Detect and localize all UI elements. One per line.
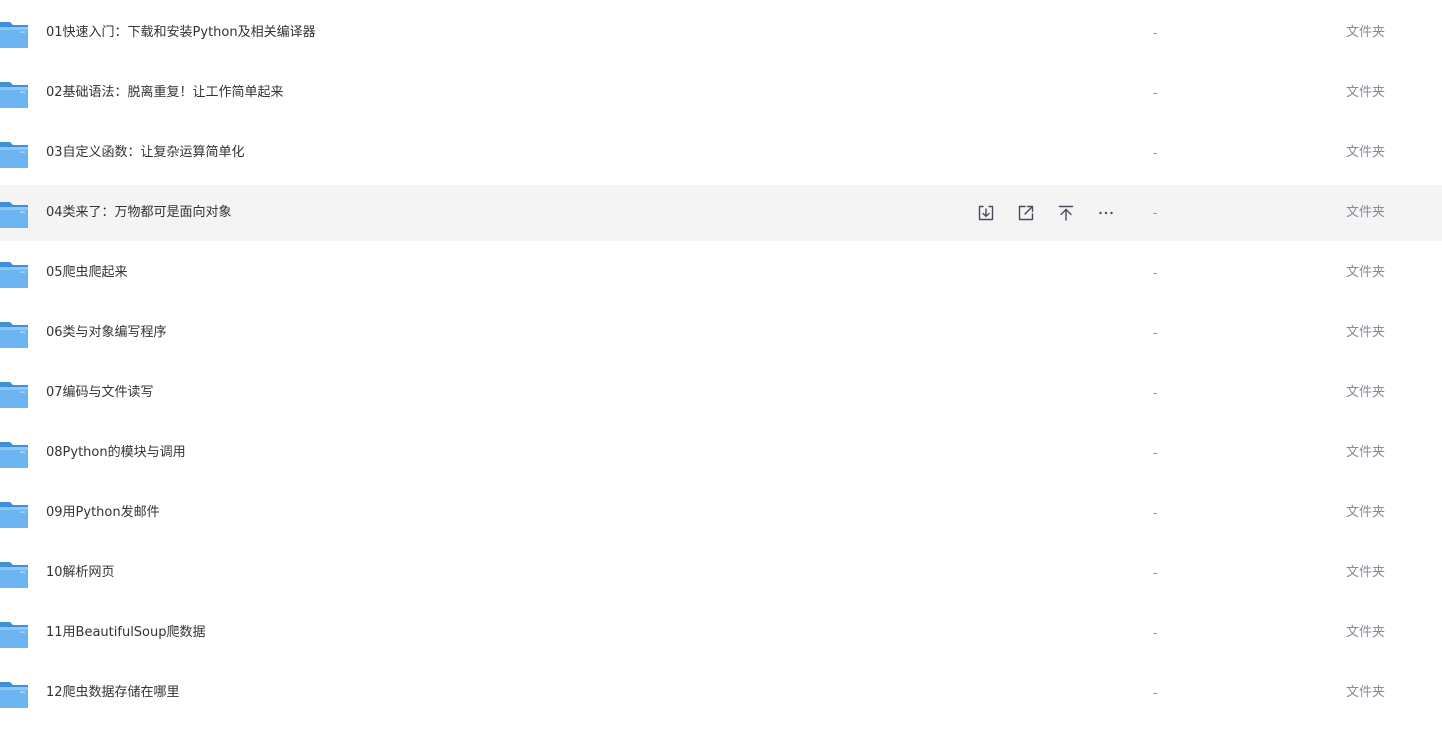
- row-actions: [972, 185, 1132, 241]
- file-name[interactable]: 02基础语法：脱离重复！让工作简单起来: [46, 63, 284, 123]
- file-row[interactable]: 10解析网页 - 文件夹: [0, 545, 1442, 601]
- folder-icon: [0, 438, 28, 470]
- file-type: 文件夹: [1346, 85, 1386, 100]
- file-name[interactable]: 11用BeautifulSoup爬数据: [46, 603, 206, 663]
- folder-icon: [0, 258, 28, 290]
- download-icon[interactable]: [972, 199, 1000, 227]
- file-name[interactable]: 01快速入门：下载和安装Python及相关编译器: [46, 3, 316, 63]
- folder-icon: [0, 78, 28, 110]
- file-type: 文件夹: [1346, 505, 1386, 520]
- file-size: -: [1153, 86, 1158, 100]
- file-row[interactable]: 03自定义函数：让复杂运算简单化 - 文件夹: [0, 125, 1442, 181]
- more-icon[interactable]: [1092, 199, 1120, 227]
- folder-icon: [0, 378, 28, 410]
- file-row[interactable]: 08Python的模块与调用 - 文件夹: [0, 425, 1442, 481]
- file-name[interactable]: 04类来了：万物都可是面向对象: [46, 183, 232, 243]
- folder-icon: [0, 198, 28, 230]
- file-list: 01快速入门：下载和安装Python及相关编译器 - 文件夹 02基础语法：脱离…: [0, 0, 1442, 736]
- file-name[interactable]: 05爬虫爬起来: [46, 243, 128, 303]
- file-size: -: [1153, 566, 1158, 580]
- file-row[interactable]: 11用BeautifulSoup爬数据 - 文件夹: [0, 605, 1442, 661]
- file-name[interactable]: 03自定义函数：让复杂运算简单化: [46, 123, 245, 183]
- file-type: 文件夹: [1346, 265, 1386, 280]
- file-row[interactable]: 04类来了：万物都可是面向对象 - 文件夹: [0, 185, 1442, 241]
- folder-icon: [0, 678, 28, 710]
- folder-icon: [0, 618, 28, 650]
- file-size: -: [1153, 686, 1158, 700]
- file-name[interactable]: 08Python的模块与调用: [46, 423, 186, 483]
- share-icon[interactable]: [1012, 199, 1040, 227]
- file-size: -: [1153, 506, 1158, 520]
- file-size: -: [1153, 326, 1158, 340]
- file-size: -: [1153, 146, 1158, 160]
- file-name[interactable]: 07编码与文件读写: [46, 363, 154, 423]
- file-size: -: [1153, 386, 1158, 400]
- folder-icon: [0, 558, 28, 590]
- file-row[interactable]: 01快速入门：下载和安装Python及相关编译器 - 文件夹: [0, 5, 1442, 61]
- file-size: -: [1153, 26, 1158, 40]
- file-row[interactable]: 12爬虫数据存储在哪里 - 文件夹: [0, 665, 1442, 721]
- file-type: 文件夹: [1346, 625, 1386, 640]
- folder-icon: [0, 18, 28, 50]
- file-row[interactable]: 09用Python发邮件 - 文件夹: [0, 485, 1442, 541]
- folder-icon: [0, 498, 28, 530]
- file-type: 文件夹: [1346, 565, 1386, 580]
- file-type: 文件夹: [1346, 445, 1386, 460]
- file-type: 文件夹: [1346, 385, 1386, 400]
- file-type: 文件夹: [1346, 25, 1386, 40]
- file-type: 文件夹: [1346, 205, 1386, 220]
- file-name[interactable]: 10解析网页: [46, 543, 115, 603]
- file-name[interactable]: 09用Python发邮件: [46, 483, 160, 543]
- file-size: -: [1153, 266, 1158, 280]
- file-row[interactable]: 02基础语法：脱离重复！让工作简单起来 - 文件夹: [0, 65, 1442, 121]
- file-name[interactable]: 12爬虫数据存储在哪里: [46, 663, 180, 723]
- file-row[interactable]: 07编码与文件读写 - 文件夹: [0, 365, 1442, 421]
- move-to-top-icon[interactable]: [1052, 199, 1080, 227]
- file-name[interactable]: 06类与对象编写程序: [46, 303, 167, 363]
- file-size: -: [1153, 626, 1158, 640]
- file-type: 文件夹: [1346, 325, 1386, 340]
- file-size: -: [1153, 206, 1158, 220]
- file-row[interactable]: 05爬虫爬起来 - 文件夹: [0, 245, 1442, 301]
- file-type: 文件夹: [1346, 685, 1386, 700]
- file-type: 文件夹: [1346, 145, 1386, 160]
- folder-icon: [0, 318, 28, 350]
- folder-icon: [0, 138, 28, 170]
- file-size: -: [1153, 446, 1158, 460]
- file-row[interactable]: 06类与对象编写程序 - 文件夹: [0, 305, 1442, 361]
